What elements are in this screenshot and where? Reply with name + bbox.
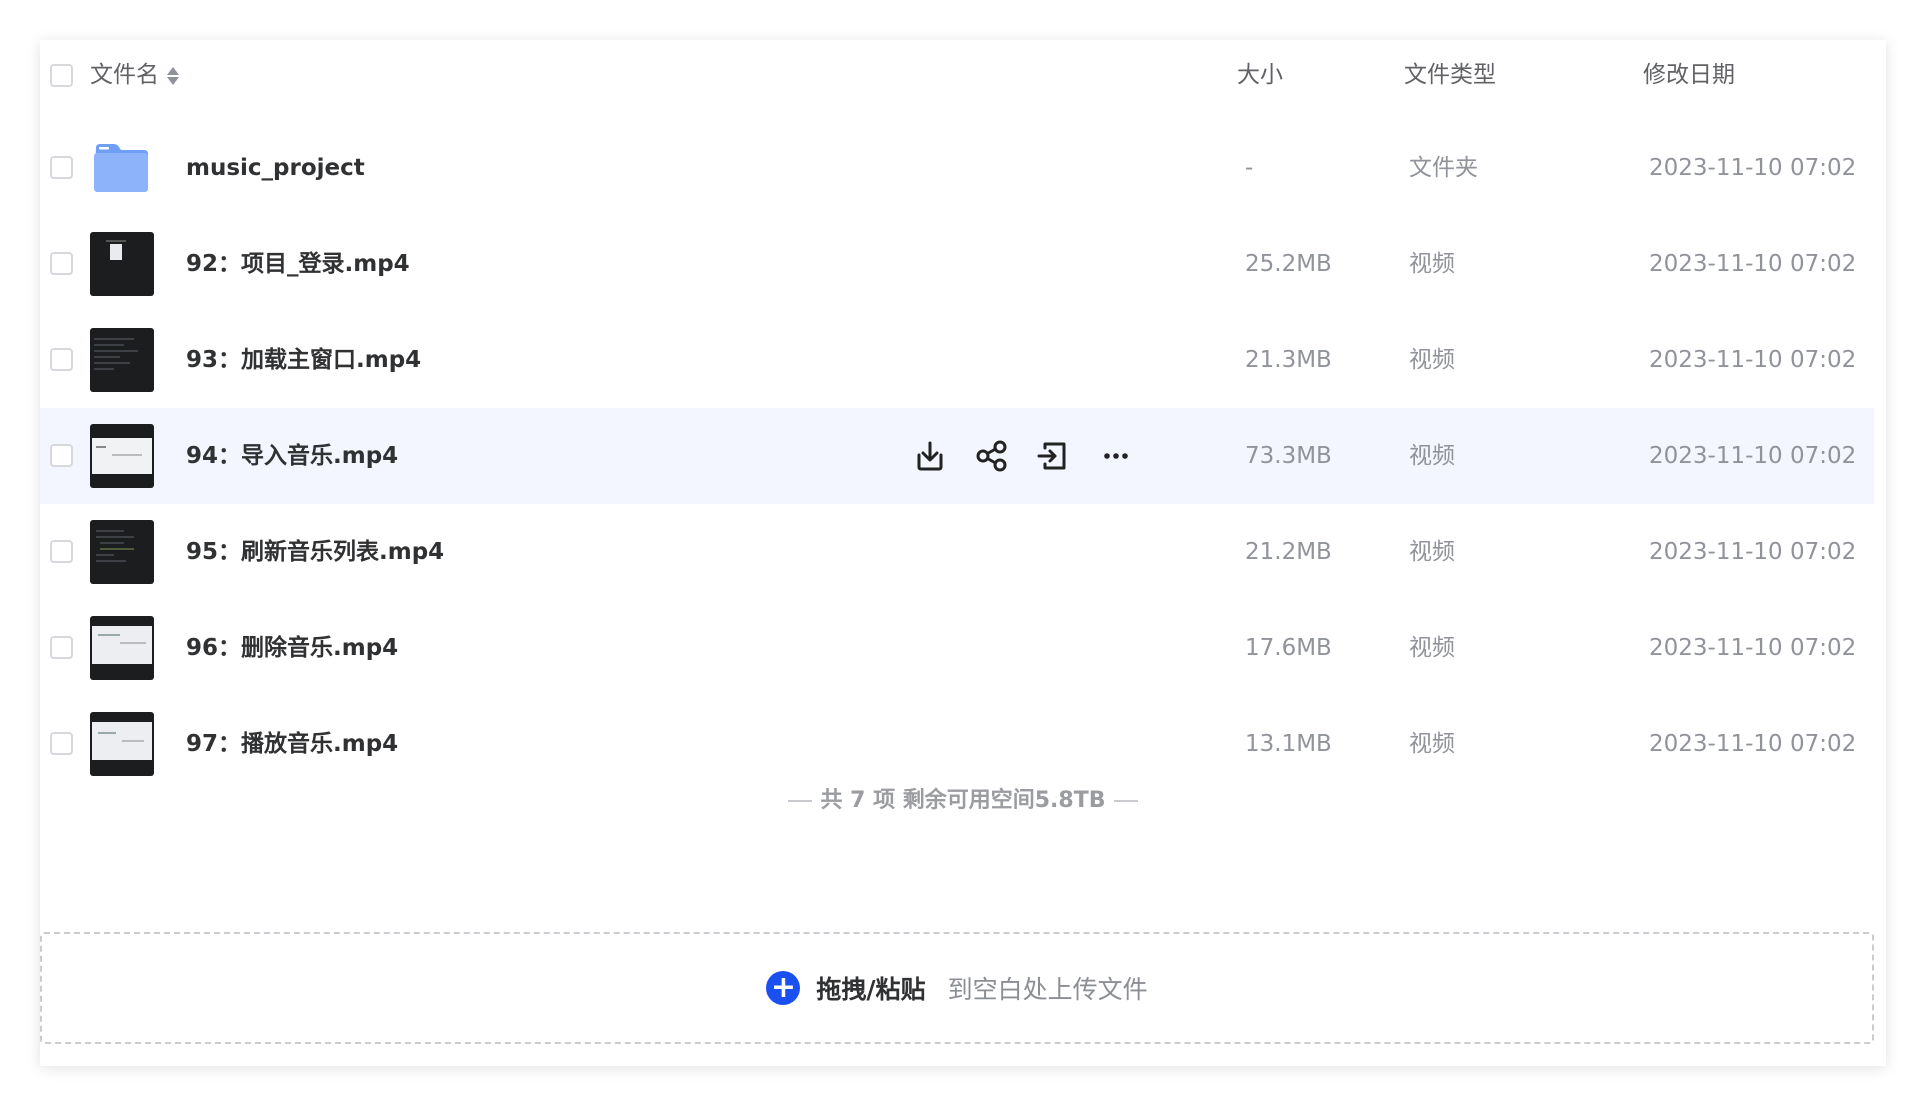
row-checkbox[interactable]	[50, 252, 73, 275]
video-thumbnail	[90, 328, 154, 392]
move-icon[interactable]	[1032, 436, 1072, 476]
summary-text: 共 7 项 剩余可用空间5.8TB	[820, 788, 1106, 813]
column-header-name[interactable]: 文件名	[90, 40, 179, 110]
file-type: 视频	[1409, 635, 1455, 661]
storage-summary: 共 7 项 剩余可用空间5.8TB	[40, 782, 1886, 814]
file-name[interactable]: music_project	[186, 120, 365, 216]
row-checkbox[interactable]	[50, 732, 73, 755]
file-name[interactable]: 92：项目_登录.mp4	[186, 216, 410, 312]
file-type: 视频	[1409, 251, 1455, 277]
table-row[interactable]: 95：刷新音乐列表.mp4 21.2MB 视频 2023-11-10 07:02	[40, 504, 1874, 600]
add-icon[interactable]: +	[766, 971, 801, 1005]
row-checkbox[interactable]	[50, 156, 73, 179]
video-thumbnail	[90, 616, 154, 680]
file-date: 2023-11-10 07:02	[1649, 347, 1857, 373]
row-actions	[910, 436, 1230, 476]
table-header: 文件名 大小 文件类型 修改日期	[40, 40, 1886, 110]
file-type: 视频	[1409, 731, 1455, 757]
download-icon[interactable]	[910, 436, 950, 476]
table-row[interactable]: music_project - 文件夹 2023-11-10 07:02	[40, 120, 1874, 216]
more-icon[interactable]	[1096, 436, 1136, 476]
video-thumbnail	[90, 712, 154, 776]
row-checkbox[interactable]	[50, 348, 73, 371]
video-thumbnail	[90, 520, 154, 584]
row-checkbox[interactable]	[50, 444, 73, 467]
file-size: 73.3MB	[1245, 443, 1332, 469]
file-date: 2023-11-10 07:02	[1649, 635, 1857, 661]
video-thumbnail	[90, 232, 154, 296]
file-size: -	[1245, 155, 1254, 181]
file-date: 2023-11-10 07:02	[1649, 731, 1857, 757]
select-all-checkbox[interactable]	[50, 64, 73, 87]
file-date: 2023-11-10 07:02	[1649, 539, 1857, 565]
file-type: 文件夹	[1409, 155, 1478, 181]
file-name[interactable]: 96：删除音乐.mp4	[186, 600, 398, 696]
video-thumbnail	[90, 424, 154, 488]
row-checkbox[interactable]	[50, 540, 73, 563]
file-name[interactable]: 95：刷新音乐列表.mp4	[186, 504, 444, 600]
file-size: 25.2MB	[1245, 251, 1332, 277]
file-size: 13.1MB	[1245, 731, 1332, 757]
dropzone-hint-text: 到空白处上传文件	[947, 975, 1148, 1004]
divider	[1113, 800, 1138, 802]
upload-dropzone[interactable]: + 拖拽/粘贴 到空白处上传文件	[40, 932, 1874, 1044]
column-header-type[interactable]: 文件类型	[1404, 40, 1496, 110]
file-date: 2023-11-10 07:02	[1649, 251, 1857, 277]
table-row[interactable]: 97：播放音乐.mp4 13.1MB 视频 2023-11-10 07:02	[40, 696, 1874, 792]
file-type: 视频	[1409, 443, 1455, 469]
file-type: 视频	[1409, 539, 1455, 565]
dropzone-action-text: 拖拽/粘贴	[816, 975, 926, 1004]
table-row[interactable]: 92：项目_登录.mp4 25.2MB 视频 2023-11-10 07:02	[40, 216, 1874, 312]
share-icon[interactable]	[972, 436, 1012, 476]
table-row[interactable]: 96：删除音乐.mp4 17.6MB 视频 2023-11-10 07:02	[40, 600, 1874, 696]
divider	[788, 800, 813, 802]
file-name[interactable]: 93：加载主窗口.mp4	[186, 312, 421, 408]
folder-icon	[94, 144, 148, 192]
column-header-date[interactable]: 修改日期	[1643, 40, 1735, 110]
sort-icon[interactable]	[167, 67, 179, 85]
file-type: 视频	[1409, 347, 1455, 373]
file-size: 17.6MB	[1245, 635, 1332, 661]
file-date: 2023-11-10 07:02	[1649, 155, 1857, 181]
file-list-panel: 文件名 大小 文件类型 修改日期 music_project - 文件夹 202…	[40, 40, 1886, 1066]
file-date: 2023-11-10 07:02	[1649, 443, 1857, 469]
column-header-size[interactable]: 大小	[1237, 40, 1283, 110]
file-name[interactable]: 97：播放音乐.mp4	[186, 696, 398, 792]
column-header-name-label: 文件名	[90, 62, 159, 88]
table-row[interactable]: 94：导入音乐.mp4 73.3MB 视频 2023-11-10 07:02	[40, 408, 1874, 504]
table-row[interactable]: 93：加载主窗口.mp4 21.3MB 视频 2023-11-10 07:02	[40, 312, 1874, 408]
file-size: 21.2MB	[1245, 539, 1332, 565]
row-checkbox[interactable]	[50, 636, 73, 659]
file-name[interactable]: 94：导入音乐.mp4	[186, 408, 398, 504]
file-size: 21.3MB	[1245, 347, 1332, 373]
